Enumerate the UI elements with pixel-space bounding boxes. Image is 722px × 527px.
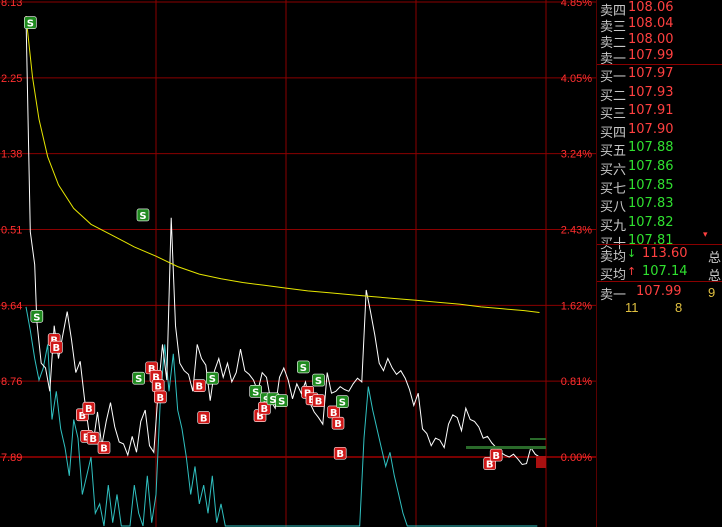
buy-ten-marker: ▾ <box>703 229 708 239</box>
bid-label: 买七 <box>600 181 627 197</box>
order-book-divider <box>597 281 722 282</box>
buy-average-price: 107.14 <box>642 264 688 279</box>
sell-signal-label: S <box>27 19 34 30</box>
bid-price: 107.82 <box>628 214 674 230</box>
bid-row[interactable]: 买七 107.85 <box>597 177 722 197</box>
last-trade-label: 卖一 <box>600 288 627 303</box>
ask-price: 108.04 <box>628 16 674 31</box>
bid-label: 买八 <box>600 200 627 216</box>
right-axis-tick: 4.05% <box>561 73 592 85</box>
left-axis-tick: 0.51 <box>1 224 22 236</box>
bid-row[interactable]: 买五 107.88 <box>597 139 722 160</box>
bid-row[interactable]: 买六 107.86 <box>597 158 722 178</box>
sell-signal-label: S <box>135 374 142 385</box>
trade-edge-value: 9 <box>708 285 716 300</box>
bid-row[interactable]: 买八 107.83 <box>597 195 722 216</box>
buy-average-row: 买均 ↑ 107.14 <box>597 263 722 283</box>
right-axis-tick: 3.24% <box>561 149 592 161</box>
buy-signal-label: B <box>89 434 97 445</box>
last-trade-price: 107.99 <box>636 284 682 299</box>
bid-price: 107.93 <box>628 84 674 100</box>
buy-signal-label: B <box>492 451 500 462</box>
sell-signal-label: S <box>315 376 322 387</box>
buy-signal-label: B <box>200 414 208 425</box>
bid-label: 买六 <box>600 163 627 178</box>
down-arrow-icon: ↓ <box>627 247 637 260</box>
sell-signal-label: S <box>252 387 259 398</box>
bid-label: 买五 <box>600 144 627 160</box>
ask-price: 107.99 <box>628 48 674 63</box>
sell-signal-label: S <box>33 312 40 323</box>
depth-bar <box>530 438 546 440</box>
buy-signal-label: B <box>196 382 204 393</box>
total-label-top: 总 <box>708 250 722 265</box>
sell-average-price: 113.60 <box>642 246 688 261</box>
right-axis-tick: 0.00% <box>561 452 592 464</box>
bid-price: 107.88 <box>628 140 674 156</box>
bid-label: 买三 <box>600 107 627 123</box>
total-label-bottom: 总 <box>708 268 722 283</box>
up-arrow-icon: ↑ <box>627 265 637 278</box>
right-axis-tick: 0.81% <box>561 376 592 388</box>
depth-bar <box>466 446 546 449</box>
right-axis-tick: 4.85% <box>561 0 592 9</box>
buy-signal-label: B <box>100 444 108 455</box>
sell-signal-label: S <box>339 398 346 409</box>
buy-signal-label: B <box>336 449 344 460</box>
ask-price: 108.06 <box>628 0 674 15</box>
buy-signal-label: B <box>85 404 93 415</box>
intraday-chart[interactable]: 4.85% 8.13 4.05% 2.25 3.24% 1.38 2.43% 0.51 1.62… <box>0 0 596 527</box>
ask-price: 108.00 <box>628 32 674 47</box>
buy-signal-label: B <box>261 404 269 415</box>
sell-signal-label: S <box>209 374 216 385</box>
buy-signal-label: B <box>334 419 342 430</box>
left-axis-tick: 8.76 <box>1 376 22 388</box>
bid-row[interactable]: 买一 107.97 <box>597 65 722 85</box>
volume-right: 8 <box>675 300 683 315</box>
right-axis-tick: 2.43% <box>561 224 592 236</box>
bid-label: 买一 <box>600 70 627 85</box>
bid-row[interactable]: 买二 107.93 <box>597 84 722 104</box>
bid-price: 107.83 <box>628 196 674 212</box>
bid-row[interactable]: 买三 107.91 <box>597 102 722 123</box>
bid-label: 买四 <box>600 125 627 141</box>
bid-price: 107.90 <box>628 121 674 137</box>
left-axis-tick: 7.89 <box>1 452 22 464</box>
buy-signal-label: B <box>157 393 165 404</box>
bid-price: 107.97 <box>628 66 674 81</box>
buy-signal-label: B <box>315 397 323 408</box>
right-axis-tick: 1.62% <box>561 300 592 312</box>
sell-signal-label: S <box>278 397 285 408</box>
bid-label: 买九 <box>600 218 627 234</box>
sell-signal-label: S <box>300 363 307 374</box>
volume-left: 11 <box>625 300 639 315</box>
sell-signal-label: S <box>139 211 146 222</box>
sell-average-row: 卖均 ↓ 113.60 <box>597 245 722 265</box>
left-axis-tick: 8.13 <box>1 0 22 9</box>
buy-signal-label: B <box>53 343 61 354</box>
bid-price: 107.91 <box>628 103 674 119</box>
bid-label: 买二 <box>600 88 627 104</box>
bid-price: 107.86 <box>628 159 674 174</box>
bid-row[interactable]: 买四 107.90 <box>597 121 722 141</box>
left-axis-tick: 2.25 <box>1 73 22 85</box>
depth-bar <box>536 456 546 468</box>
last-trade-row: 卖一 107.99 <box>597 283 722 303</box>
order-book-panel: 卖四 108.06 卖三 108.04 卖二 108.00 卖一 107.99 买一 107.9… <box>596 0 722 527</box>
left-axis-tick: 1.38 <box>1 149 22 161</box>
bid-price: 107.85 <box>628 177 674 193</box>
left-axis-tick: 9.64 <box>1 300 22 312</box>
